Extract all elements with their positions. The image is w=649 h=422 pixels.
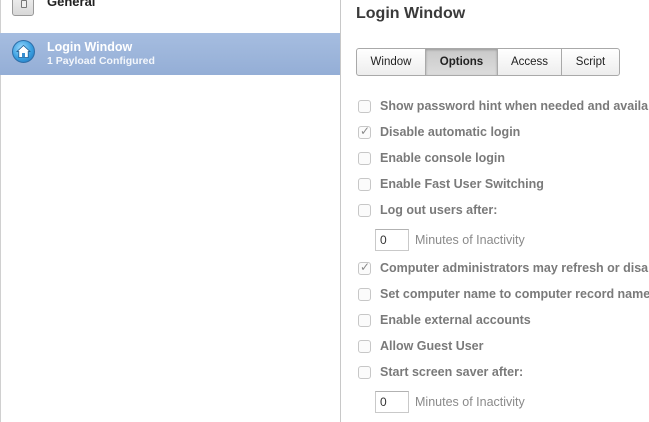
option-label: Start screen saver after: [380,365,524,379]
option-label: Log out users after: [380,203,498,217]
sidebar: General Login Window 1 Payload Configure… [0,0,341,422]
main-panel: Login Window Window Options Access Scrip… [341,0,649,422]
option-label: Allow Guest User [380,339,484,353]
sidebar-item-login-window[interactable]: Login Window 1 Payload Configured [0,33,340,75]
sidebar-item-subtitle: 1 Payload Configured [47,55,155,67]
checkbox[interactable] [358,178,371,191]
home-icon [12,40,35,63]
option-label: Enable external accounts [380,313,531,327]
option-label: Show password hint when needed and avail… [380,99,649,113]
tab-bar: Window Options Access Script [356,48,620,76]
tab-access[interactable]: Access [498,49,562,75]
checkbox[interactable] [358,288,371,301]
checkmark-icon: ✓ [360,124,371,138]
checkbox[interactable] [358,152,371,165]
page-title: Login Window [356,5,466,22]
checkmark-icon: ✓ [360,260,371,274]
sidebar-item-title: Login Window [47,40,133,54]
checkbox[interactable] [358,314,371,327]
checkbox[interactable] [358,366,371,379]
tab-window[interactable]: Window [357,49,426,75]
logout-minutes-input[interactable]: 0 [375,229,409,251]
option-label: Enable console login [380,151,506,165]
checkbox[interactable]: ✓ [358,260,371,275]
logout-minutes-label: Minutes of Inactivity [415,233,525,247]
sidebar-item-general[interactable]: General [0,0,340,22]
option-label: Disable automatic login [380,125,521,139]
checkbox[interactable]: ✓ [358,124,371,139]
screensaver-minutes-input[interactable]: 0 [375,391,409,413]
option-label: Enable Fast User Switching [380,177,544,191]
screensaver-minutes-label: Minutes of Inactivity [415,395,525,409]
sidebar-item-label: General [47,0,96,9]
option-label: Computer administrators may refresh or d… [380,261,649,275]
general-switch-icon [12,0,34,16]
checkbox[interactable] [358,204,371,217]
option-label: Set computer name to computer record nam… [380,287,649,301]
tab-script[interactable]: Script [562,49,619,75]
tab-options[interactable]: Options [426,49,498,75]
checkbox[interactable] [358,100,371,113]
checkbox[interactable] [358,340,371,353]
